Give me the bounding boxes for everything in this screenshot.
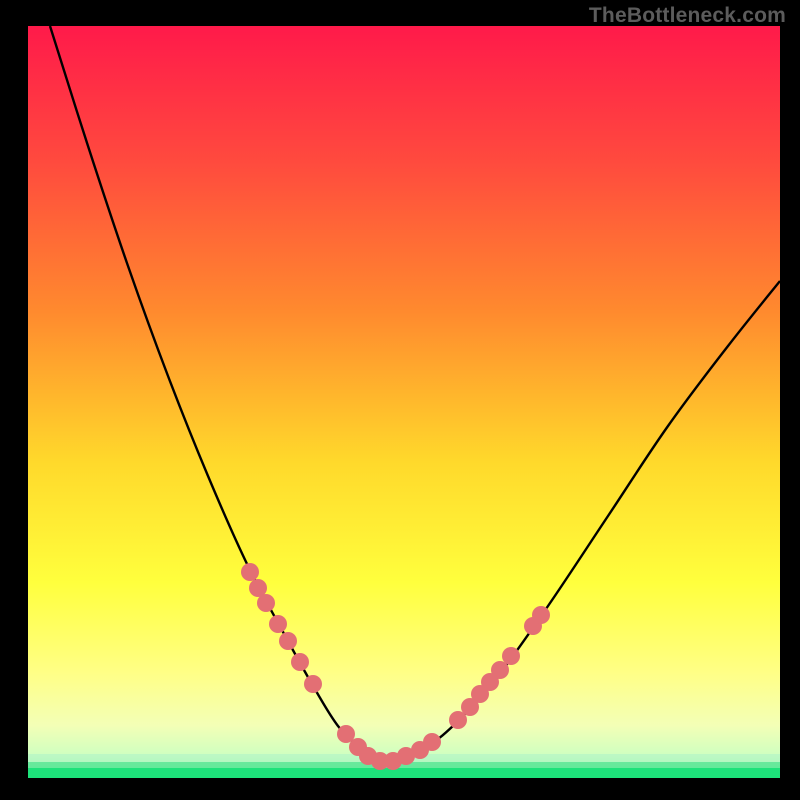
bottleneck-curve	[28, 26, 780, 778]
bead	[269, 615, 287, 633]
bead	[291, 653, 309, 671]
curve-beads	[241, 563, 550, 770]
bead	[491, 661, 509, 679]
bead	[279, 632, 297, 650]
plot-area	[28, 26, 780, 778]
bead	[532, 606, 550, 624]
bead	[304, 675, 322, 693]
bead	[502, 647, 520, 665]
bead	[423, 733, 441, 751]
watermark-label: TheBottleneck.com	[589, 4, 786, 28]
chart-frame: TheBottleneck.com	[0, 0, 800, 800]
curve-line	[50, 26, 780, 763]
bead	[241, 563, 259, 581]
bead	[257, 594, 275, 612]
